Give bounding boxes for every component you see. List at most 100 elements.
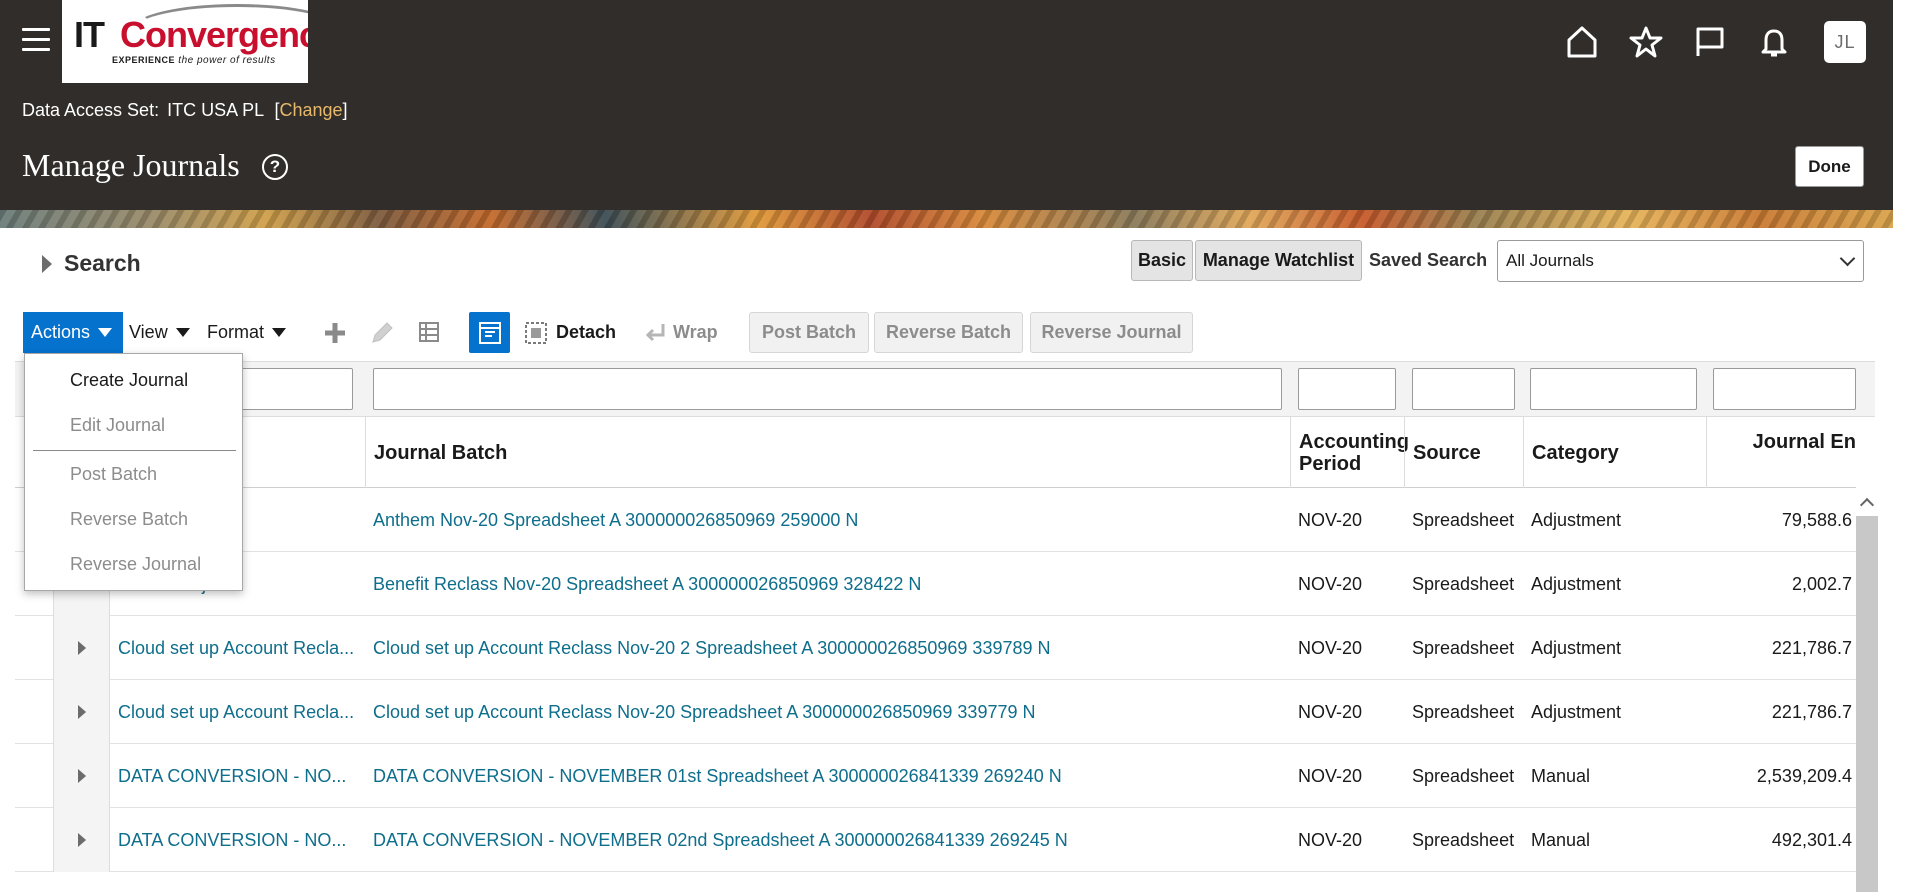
add-icon[interactable] [320, 318, 350, 348]
decorative-banner [0, 210, 1893, 228]
wrap-icon[interactable] [640, 318, 670, 348]
cell-journal-batch[interactable]: DATA CONVERSION - NOVEMBER 02nd Spreadsh… [365, 808, 1290, 872]
format-menu-button[interactable]: Format [207, 322, 287, 343]
column-header-category[interactable]: Category [1523, 417, 1706, 488]
cell-accounting-period: NOV-20 [1298, 573, 1363, 594]
logo-prefix: IT [74, 14, 105, 55]
global-header: IT Convergence EXPERIENCE the power of r… [0, 0, 1893, 210]
column-header-journal-batch[interactable]: Journal Batch [365, 417, 1305, 488]
done-button[interactable]: Done [1795, 146, 1864, 187]
category-filter-input[interactable] [1530, 368, 1697, 410]
table-row[interactable]: Cloud set up Account Recla... Cloud set u… [15, 616, 1856, 680]
cell-source: Spreadsheet [1412, 701, 1515, 722]
menu-item-post-batch: Post Batch [70, 463, 158, 484]
column-header-accounting-period[interactable]: Accounting Period [1290, 417, 1409, 488]
column-header-journal-entry[interactable]: Journal En [1706, 417, 1856, 488]
journal-entry-filter-input[interactable] [1713, 368, 1856, 410]
cell-journal-batch[interactable]: Cloud set up Account Reclass Nov-20 2 Sp… [365, 616, 1290, 680]
cell-source: Spreadsheet [1412, 765, 1515, 786]
table-row[interactable]: DATA CONVERSION - NO... DATA CONVERSION -… [15, 808, 1856, 872]
reverse-journal-button[interactable]: Reverse Journal [1030, 312, 1193, 353]
table-header: Journal Batch Accounting Period Source Ca… [15, 417, 1856, 488]
detach-icon[interactable] [521, 318, 551, 348]
menu-separator [33, 450, 236, 451]
query-by-example-icon[interactable] [414, 318, 444, 348]
cell-journal-batch[interactable]: Anthem Nov-20 Spreadsheet A 300000026850… [365, 488, 1290, 552]
logo-name: Convergence [120, 14, 308, 55]
expand-row-icon[interactable] [53, 616, 110, 680]
saved-search-select[interactable]: All Journals [1497, 240, 1864, 282]
expand-triangle-icon [77, 833, 86, 847]
dropdown-triangle-icon [98, 328, 113, 337]
scroll-thumb[interactable] [1856, 516, 1878, 892]
vertical-scrollbar[interactable] [1856, 488, 1878, 892]
cell-journal-batch[interactable]: Cloud set up Account Reclass Nov-20 Spre… [365, 680, 1290, 744]
expand-triangle-icon [42, 254, 52, 273]
basic-button[interactable]: Basic [1131, 240, 1193, 281]
header-icons: JL [1550, 20, 1866, 64]
company-logo[interactable]: IT Convergence EXPERIENCE the power of r… [62, 0, 308, 83]
cell-source: Spreadsheet [1412, 573, 1515, 594]
cell-category: Adjustment [1531, 637, 1622, 658]
change-link[interactable]: Change [279, 100, 342, 120]
freeze-columns-icon[interactable] [469, 312, 510, 353]
wrap-label[interactable]: Wrap [673, 322, 718, 343]
cell-accounting-period: NOV-20 [1298, 701, 1363, 722]
saved-search-value: All Journals [1506, 251, 1594, 270]
help-icon[interactable]: ? [262, 154, 288, 180]
actions-menu-button[interactable]: Actions [23, 312, 123, 353]
scroll-up-icon[interactable] [1856, 488, 1878, 516]
menu-item-create-journal[interactable]: Create Journal [25, 360, 242, 400]
cell-journal-entry-amount: 221,786.7 [1771, 701, 1852, 722]
cell-category: Adjustment [1531, 701, 1622, 722]
cell-category: Manual [1531, 829, 1591, 850]
cell-accounting-period: NOV-20 [1298, 509, 1363, 530]
accounting-period-filter-input[interactable] [1298, 368, 1396, 410]
home-icon[interactable] [1550, 20, 1614, 64]
favorites-star-icon[interactable] [1614, 20, 1678, 64]
dropdown-triangle-icon [272, 328, 287, 337]
cell-journal-batch[interactable]: DATA CONVERSION - NOVEMBER 01st Spreadsh… [365, 744, 1290, 808]
source-filter-input[interactable] [1412, 368, 1515, 410]
watchlist-flag-icon[interactable] [1678, 20, 1742, 64]
reverse-batch-button[interactable]: Reverse Batch [874, 312, 1023, 353]
table-row[interactable]: Adjustment Anthem Nov-20 Spreadsheet A 30… [15, 488, 1856, 552]
view-label: View [129, 322, 168, 342]
menu-item-edit-journal: Edit Journal [70, 414, 166, 435]
menu-item-reverse-journal: Reverse Journal [70, 553, 202, 574]
actions-label: Actions [31, 322, 91, 342]
post-batch-button[interactable]: Post Batch [749, 312, 869, 353]
cell-journal[interactable]: DATA CONVERSION - NO... [110, 744, 370, 808]
table-row[interactable]: DATA CONVERSION - NO... DATA CONVERSION -… [15, 744, 1856, 808]
navigator-menu-icon[interactable] [22, 28, 50, 52]
cell-journal[interactable]: Cloud set up Account Recla... [110, 680, 370, 744]
cell-journal[interactable]: DATA CONVERSION - NO... [110, 808, 370, 872]
actions-dropdown-menu: Create Journal Edit Journal Post Batch R… [24, 353, 243, 591]
cell-journal-entry-amount: 2,002.7 [1791, 573, 1852, 594]
edit-pencil-icon[interactable] [367, 318, 397, 348]
table-row[interactable]: Nov-20 Adj...Benefit Reclass Nov-20 Spre… [15, 552, 1856, 616]
expand-row-icon[interactable] [53, 808, 110, 872]
chevron-down-icon [1839, 250, 1856, 267]
table-row[interactable]: Cloud set up Account Recla... Cloud set u… [15, 680, 1856, 744]
notifications-bell-icon[interactable] [1742, 20, 1806, 64]
expand-triangle-icon [77, 641, 86, 655]
cell-source: Spreadsheet [1412, 637, 1515, 658]
cell-accounting-period: NOV-20 [1298, 765, 1363, 786]
cell-journal[interactable]: Cloud set up Account Recla... [110, 616, 370, 680]
cell-accounting-period: NOV-20 [1298, 637, 1363, 658]
expand-row-icon[interactable] [53, 744, 110, 808]
accounting-period-label: Accounting Period [1299, 430, 1409, 475]
journal-batch-filter-input[interactable] [373, 368, 1282, 410]
column-header-source[interactable]: Source [1404, 417, 1523, 488]
cell-journal-entry-amount: 79,588.6 [1781, 509, 1852, 530]
manage-watchlist-button[interactable]: Manage Watchlist [1195, 240, 1362, 281]
view-menu-button[interactable]: View [129, 322, 190, 343]
detach-label[interactable]: Detach [556, 322, 616, 343]
expand-row-icon[interactable] [53, 680, 110, 744]
format-label: Format [207, 322, 265, 342]
cell-journal-entry-amount: 2,539,209.4 [1756, 765, 1852, 786]
user-avatar[interactable]: JL [1824, 21, 1866, 63]
cell-journal-batch[interactable]: Benefit Reclass Nov-20 Spreadsheet A 300… [365, 552, 1290, 616]
search-disclosure[interactable]: Search [42, 250, 141, 277]
